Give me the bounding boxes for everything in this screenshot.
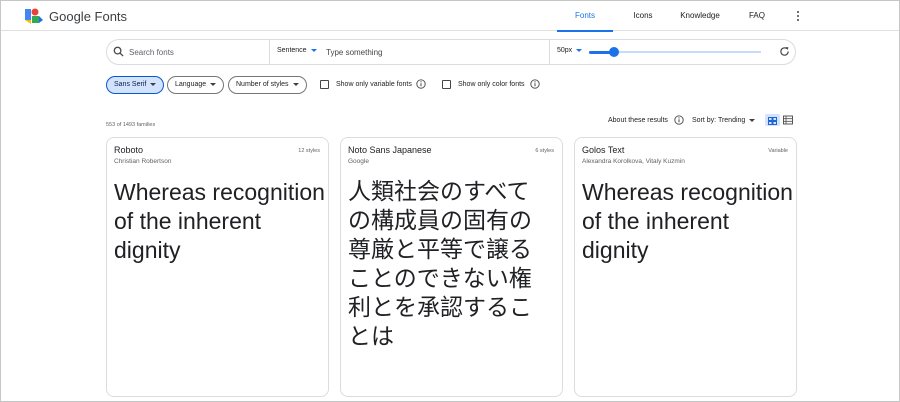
preview-text-input[interactable] (326, 44, 526, 60)
font-card-golos-text[interactable]: Golos Text Alexandra Korolkova, Vitaly K… (574, 137, 797, 397)
styles-filter-chip[interactable]: Number of styles (228, 76, 307, 94)
category-filter-label: Sans Serif (114, 81, 147, 88)
font-author: Google (348, 158, 369, 165)
preview-mode-select[interactable]: Sentence (277, 47, 317, 54)
color-fonts-checkbox[interactable] (442, 80, 451, 89)
chevron-down-icon (310, 48, 317, 52)
language-filter-label: Language (175, 81, 207, 88)
google-fonts-logo-icon[interactable] (25, 8, 43, 24)
color-fonts-label[interactable]: Show only color fonts (458, 81, 525, 88)
preview-mode-label: Sentence (277, 47, 307, 54)
font-name: Roboto (114, 145, 144, 155)
chevron-down-icon (210, 82, 217, 86)
about-results-link[interactable]: About these results (608, 117, 668, 124)
sort-select[interactable]: Sort by: Trending (692, 117, 756, 124)
more-vert-icon[interactable] (794, 9, 802, 23)
sort-label: Sort by: Trending (692, 117, 746, 124)
chevron-down-icon (292, 82, 299, 86)
list-view-icon[interactable] (782, 114, 794, 126)
chevron-down-icon (749, 118, 756, 122)
font-card-noto-sans-japanese[interactable]: Noto Sans Japanese Google 6 styles 人類社会の… (340, 137, 563, 397)
grid-view-toggle[interactable] (765, 114, 780, 126)
font-styles-count: Variable (768, 148, 788, 154)
font-styles-count: 6 styles (535, 148, 554, 154)
grid-view-icon (768, 117, 777, 125)
font-size-label: 50px (557, 47, 573, 54)
styles-filter-label: Number of styles (236, 81, 289, 88)
font-sample-text: 人類社会のすべての構成員の固有の尊厳と平等で譲ることのできない権利とを承認するこ… (348, 179, 532, 350)
nav-fonts[interactable]: Fonts (557, 1, 613, 32)
font-styles-count: 12 styles (298, 148, 320, 154)
search-icon (113, 46, 124, 57)
font-author: Christian Robertson (114, 158, 172, 165)
info-icon[interactable] (530, 79, 540, 89)
chevron-down-icon (150, 82, 157, 86)
top-app-bar: Google Fonts Fonts Icons Knowledge FAQ (1, 1, 899, 32)
nav-faq[interactable]: FAQ (739, 1, 775, 31)
font-size-select[interactable]: 50px (557, 47, 583, 54)
language-filter-chip[interactable]: Language (167, 76, 225, 94)
font-name: Noto Sans Japanese (348, 145, 432, 155)
variable-fonts-label[interactable]: Show only variable fonts (336, 81, 412, 88)
results-count: 553 of 1493 families (106, 122, 156, 128)
nav-knowledge[interactable]: Knowledge (673, 1, 727, 31)
font-author: Alexandra Korolkova, Vitaly Kuzmin (582, 158, 685, 165)
font-sample-text: Whereas recognition of the inherent dign… (582, 179, 793, 263)
brand-name[interactable]: Google Fonts (49, 9, 127, 24)
search-input[interactable] (129, 44, 264, 60)
variable-fonts-checkbox[interactable] (320, 80, 329, 89)
font-sample-text: Whereas recognition of the inherent dign… (114, 179, 325, 263)
search-divider (269, 39, 270, 65)
nav-icons[interactable]: Icons (617, 1, 669, 31)
font-card-roboto[interactable]: Roboto Christian Robertson 12 styles Whe… (106, 137, 329, 397)
category-filter-chip[interactable]: Sans Serif (106, 76, 165, 94)
search-divider (549, 39, 550, 65)
info-icon[interactable] (674, 115, 684, 125)
font-name: Golos Text (582, 145, 625, 155)
refresh-icon[interactable] (779, 46, 790, 57)
info-icon[interactable] (416, 79, 426, 89)
chevron-down-icon (576, 48, 583, 52)
